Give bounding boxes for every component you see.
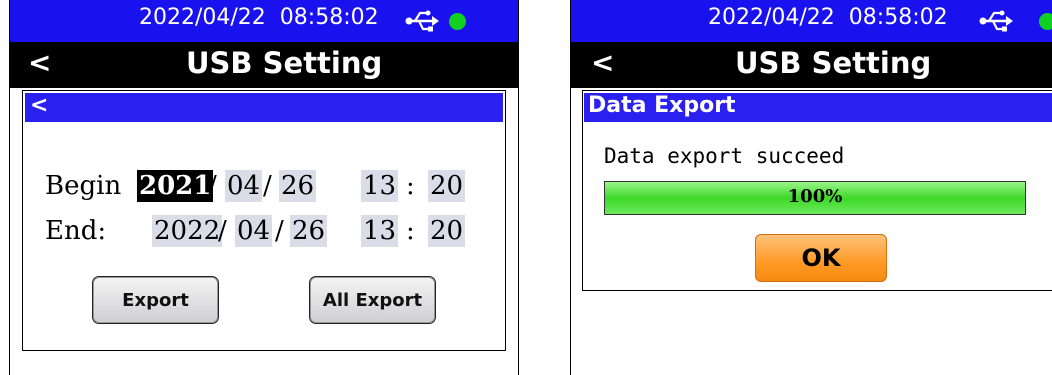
begin-label: Begin (45, 171, 122, 201)
panel-header: < (25, 93, 503, 122)
data-export-dialog: Data Export Data export succeed 100% OK (582, 90, 1052, 291)
end-datetime-row: End: 2022 / 04 / 26 13 : 20 (45, 215, 485, 249)
end-label: End: (45, 216, 107, 246)
begin-datetime-row: Begin 2021 / 04 / 26 13 : 20 (45, 170, 485, 204)
usb-icon (405, 10, 439, 32)
back-button[interactable]: < (591, 46, 614, 79)
page-title: USB Setting (186, 46, 383, 80)
dialog-title: Data Export (588, 93, 736, 118)
export-range-panel: < Begin 2021 / 04 / 26 13 : 20 End: 2022… (22, 90, 506, 351)
begin-hour-field[interactable]: 13 (361, 170, 399, 202)
usb-setting-export-result-screen: 2022/04/22 08:58:02 < USB Setting Data E… (570, 0, 1052, 375)
end-minute-field[interactable]: 20 (428, 215, 466, 247)
status-datetime: 2022/04/22 08:58:02 (708, 5, 948, 30)
end-year-field[interactable]: 2022 (152, 215, 223, 247)
date-separator: / (275, 216, 284, 246)
connection-status-icon (449, 13, 466, 30)
begin-minute-field[interactable]: 20 (428, 170, 466, 202)
time-separator: : (406, 171, 415, 201)
time-separator: : (406, 216, 415, 246)
usb-setting-date-range-screen: 2022/04/22 08:58:02 < USB Setting < Begi… (9, 0, 519, 375)
title-bar: < USB Setting (10, 42, 518, 88)
all-export-button[interactable]: All Export (309, 276, 436, 324)
date-separator: / (263, 171, 272, 201)
export-button[interactable]: Export (92, 276, 219, 324)
back-button[interactable]: < (28, 46, 51, 79)
dialog-header: Data Export (584, 93, 1052, 122)
page-title: USB Setting (735, 46, 932, 80)
progress-label: 100% (787, 186, 843, 207)
end-month-field[interactable]: 04 (235, 215, 273, 247)
begin-month-field[interactable]: 04 (225, 170, 263, 202)
begin-day-field[interactable]: 26 (279, 170, 317, 202)
connection-status-icon (1039, 13, 1052, 30)
end-day-field[interactable]: 26 (290, 215, 328, 247)
status-datetime: 2022/04/22 08:58:02 (139, 5, 379, 30)
status-bar: 2022/04/22 08:58:02 (571, 0, 1052, 42)
begin-year-field[interactable]: 2021 (137, 170, 214, 202)
status-bar: 2022/04/22 08:58:02 (10, 0, 518, 42)
date-separator: / (218, 216, 227, 246)
export-progress-bar: 100% (604, 181, 1026, 215)
export-message: Data export succeed (604, 144, 845, 168)
usb-icon (979, 10, 1013, 32)
title-bar: < USB Setting (571, 42, 1052, 88)
date-separator: / (208, 171, 217, 201)
ok-button[interactable]: OK (755, 234, 887, 282)
panel-back-button[interactable]: < (30, 93, 48, 118)
end-hour-field[interactable]: 13 (361, 215, 399, 247)
